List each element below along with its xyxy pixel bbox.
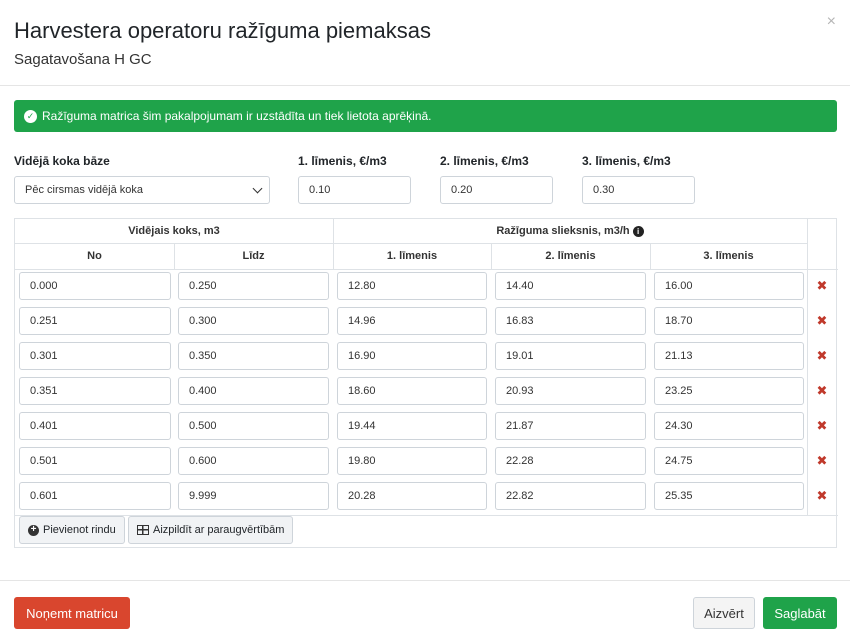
modal-title: Harvestera operatoru ražīguma piemaksas (14, 18, 431, 43)
cell-l3-input[interactable] (654, 342, 804, 370)
cell-l2-input[interactable] (495, 447, 646, 475)
remove-matrix-button[interactable]: Noņemt matricu (14, 597, 130, 629)
header-threshold-label: Ražīguma slieksnis, m3/h (496, 225, 630, 237)
modal-header: Harvestera operatoru ražīguma piemaksas … (0, 0, 850, 86)
cell-l2-input[interactable] (495, 272, 646, 300)
cell-to-input[interactable] (178, 272, 329, 300)
delete-row-icon[interactable]: ✖ (815, 349, 829, 363)
delete-row-icon[interactable]: ✖ (815, 454, 829, 468)
cell-from-input[interactable] (19, 377, 171, 405)
cell-l1-input[interactable] (337, 377, 487, 405)
cell-to-input[interactable] (178, 447, 329, 475)
cell-l3-input[interactable] (654, 272, 804, 300)
cell-from-input[interactable] (19, 482, 171, 510)
info-icon[interactable]: i (632, 225, 644, 237)
level1-price-label: 1. līmenis, €/m3 (298, 154, 387, 168)
table-icon (137, 525, 149, 535)
cell-l2-input[interactable] (495, 412, 646, 440)
save-button[interactable]: Saglabāt (763, 597, 837, 629)
chevron-down-icon (252, 183, 263, 194)
level1-price-input[interactable] (298, 176, 411, 204)
delete-row-icon[interactable]: ✖ (815, 419, 829, 433)
cell-l3-input[interactable] (654, 447, 804, 475)
header-to: Līdz (242, 250, 265, 262)
level3-price-input[interactable] (582, 176, 695, 204)
modal-subtitle: Sagatavošana H GC (14, 51, 152, 68)
cell-l1-input[interactable] (337, 272, 487, 300)
fill-sample-button[interactable]: Aizpildīt ar paraugvērtībām (128, 516, 294, 544)
cell-from-input[interactable] (19, 307, 171, 335)
add-row-label: Pievienot rindu (43, 524, 116, 536)
delete-row-icon[interactable]: ✖ (815, 314, 829, 328)
cell-from-input[interactable] (19, 272, 171, 300)
base-select[interactable]: Pēc cirsmas vidējā koka (14, 176, 270, 204)
alert-message: Ražīguma matrica šim pakalpojumam ir uzs… (42, 109, 432, 123)
header-level2: 2. līmenis (545, 250, 596, 262)
cell-to-input[interactable] (178, 412, 329, 440)
base-select-value: Pēc cirsmas vidējā koka (25, 184, 143, 196)
header-avg-tree: Vidējais koks, m3 (128, 225, 220, 237)
header-level1: 1. līmenis (386, 250, 438, 262)
close-icon[interactable]: × (827, 14, 836, 30)
plus-circle-icon: + (28, 524, 39, 536)
grid-line (15, 269, 838, 270)
header-level3: 3. līmenis (703, 250, 754, 262)
delete-row-icon[interactable]: ✖ (815, 279, 829, 293)
cell-l3-input[interactable] (654, 307, 804, 335)
cell-from-input[interactable] (19, 412, 171, 440)
cell-l1-input[interactable] (337, 447, 487, 475)
cell-l2-input[interactable] (495, 377, 646, 405)
close-button[interactable]: Aizvērt (693, 597, 755, 629)
delete-row-icon[interactable]: ✖ (815, 489, 829, 503)
cell-l1-input[interactable] (337, 482, 487, 510)
footer-divider (0, 580, 850, 581)
check-circle-icon: ✓ (24, 109, 37, 123)
header-from: No (87, 250, 102, 262)
cell-to-input[interactable] (178, 482, 329, 510)
productivity-matrix: Vidējais koks, m3 Ražīguma slieksnis, m3… (14, 218, 838, 548)
header-threshold: Ražīguma slieksnis, m3/h i (333, 219, 807, 243)
fill-sample-label: Aizpildīt ar paraugvērtībām (153, 524, 285, 536)
cell-l3-input[interactable] (654, 377, 804, 405)
level2-price-input[interactable] (440, 176, 553, 204)
cell-l1-input[interactable] (337, 342, 487, 370)
delete-row-icon[interactable]: ✖ (815, 384, 829, 398)
cell-from-input[interactable] (19, 447, 171, 475)
cell-l1-input[interactable] (337, 307, 487, 335)
base-label: Vidējā koka bāze (14, 154, 110, 168)
grid-line (807, 219, 808, 515)
cell-to-input[interactable] (178, 377, 329, 405)
level3-price-label: 3. līmenis, €/m3 (582, 154, 671, 168)
cell-l1-input[interactable] (337, 412, 487, 440)
add-row-button[interactable]: + Pievienot rindu (19, 516, 125, 544)
cell-to-input[interactable] (178, 307, 329, 335)
cell-l3-input[interactable] (654, 482, 804, 510)
success-alert: ✓ Ražīguma matrica šim pakalpojumam ir u… (14, 100, 837, 132)
cell-l2-input[interactable] (495, 307, 646, 335)
level2-price-label: 2. līmenis, €/m3 (440, 154, 529, 168)
cell-l2-input[interactable] (495, 342, 646, 370)
cell-l3-input[interactable] (654, 412, 804, 440)
cell-from-input[interactable] (19, 342, 171, 370)
cell-to-input[interactable] (178, 342, 329, 370)
cell-l2-input[interactable] (495, 482, 646, 510)
